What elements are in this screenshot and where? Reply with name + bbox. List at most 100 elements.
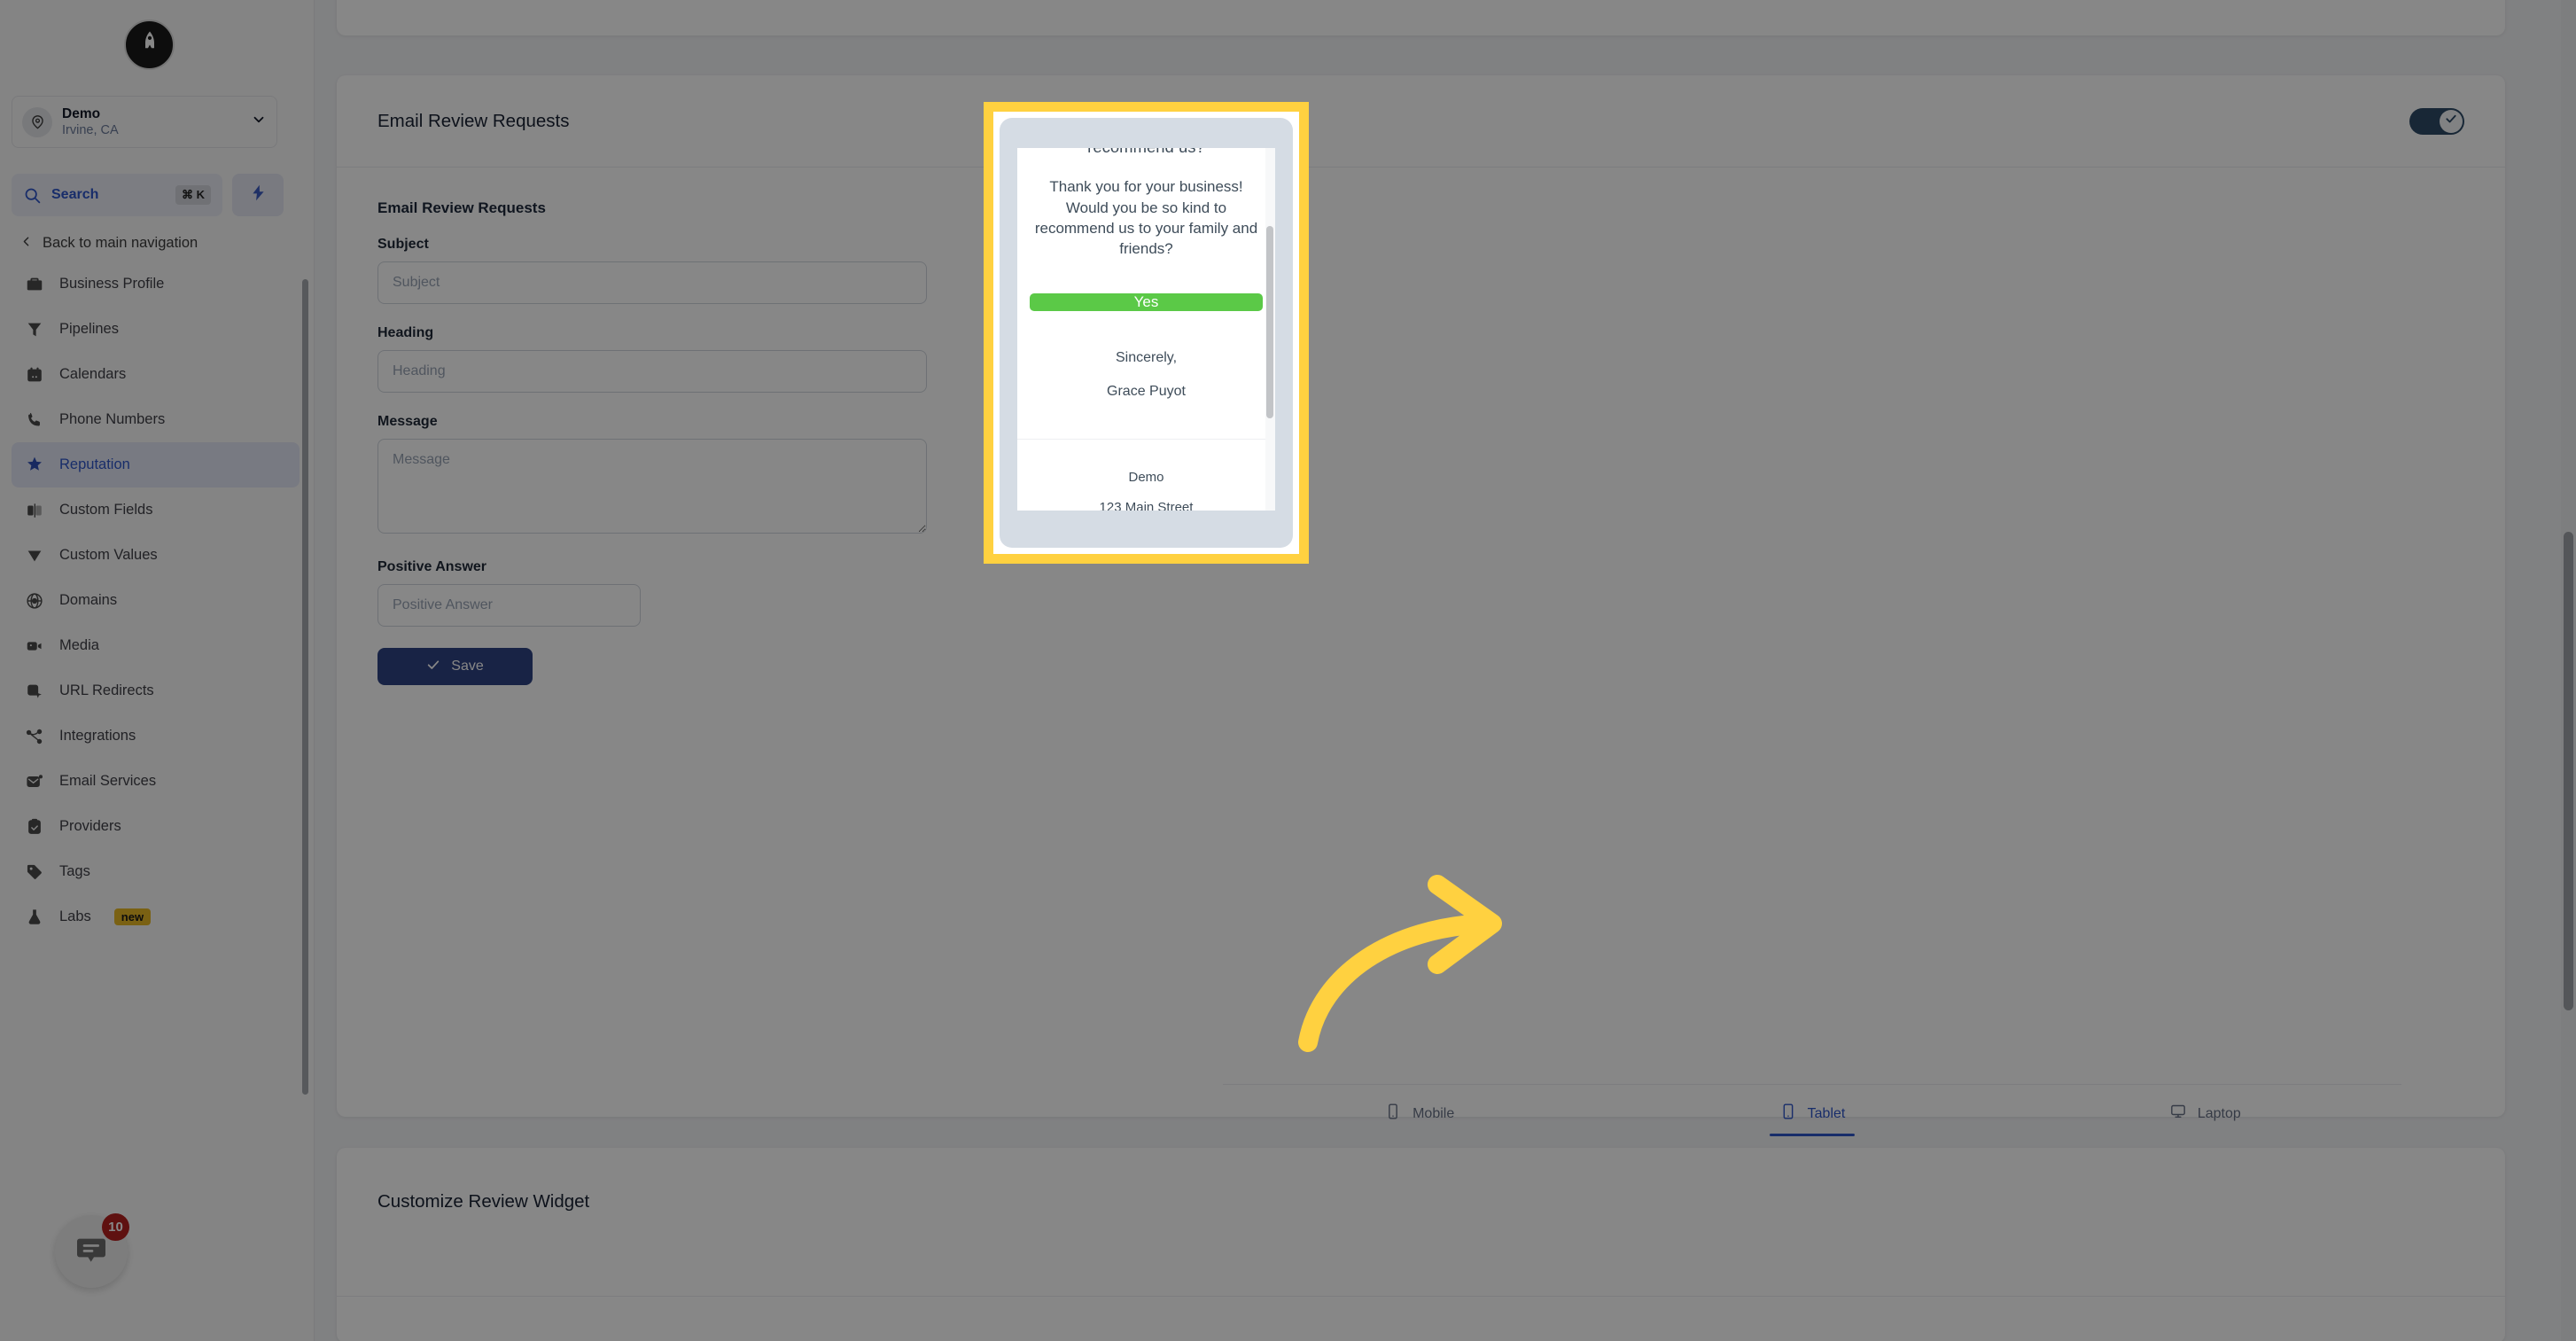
clipboard-check-icon [24, 816, 45, 838]
preview-footer-street: 123 Main Street [1099, 499, 1194, 511]
sidebar-item-label: Custom Values [59, 547, 158, 563]
search-input[interactable]: Search ⌘ K [12, 174, 222, 216]
device-preview-tabs: Mobile Tablet Laptop [1223, 1084, 2401, 1142]
chevron-left-icon [19, 234, 34, 253]
sidebar-item-label: Calendars [59, 366, 127, 382]
sidebar-item-providers[interactable]: Providers [12, 804, 300, 849]
tablet-device-frame: recommend us? Thank you for your busines… [1000, 118, 1293, 548]
tab-mobile[interactable]: Mobile [1223, 1085, 1615, 1142]
chat-bubble-icon [74, 1232, 109, 1272]
sidebar-item-domains[interactable]: Domains [12, 578, 300, 623]
message-textarea[interactable] [377, 439, 927, 534]
search-icon [23, 186, 42, 205]
chat-widget-button[interactable]: 10 [55, 1213, 129, 1288]
sidebar-item-label: Domains [59, 592, 118, 608]
sidebar-item-media[interactable]: Media [12, 623, 300, 668]
envelope-icon [24, 771, 45, 792]
divider [337, 1296, 2505, 1297]
tab-label: Tablet [1807, 1105, 1846, 1121]
sidebar-item-email-services[interactable]: Email Services [12, 759, 300, 804]
preview-cutoff-heading: recommend us? [1017, 148, 1275, 157]
tab-label: Mobile [1413, 1105, 1455, 1121]
divider [1017, 438, 1275, 440]
sidebar-item-custom-fields[interactable]: Custom Fields [12, 487, 300, 533]
preview-scrollbar-thumb[interactable] [1266, 226, 1273, 418]
sidebar-item-pipelines[interactable]: Pipelines [12, 307, 300, 352]
custom-fields-icon [24, 500, 45, 521]
heading-input[interactable] [377, 350, 927, 393]
customize-review-widget-card: Customize Review Widget [337, 1148, 2505, 1341]
status-badge: new [113, 908, 152, 925]
brand-logo[interactable] [124, 19, 175, 70]
laptop-icon [2169, 1102, 2187, 1126]
back-nav-label: Back to main navigation [43, 235, 198, 251]
sidebar-item-business-profile[interactable]: Business Profile [12, 261, 300, 307]
tab-tablet[interactable]: Tablet [1615, 1085, 2008, 1142]
check-icon [2445, 113, 2457, 129]
workspace-location: Irvine, CA [62, 122, 119, 137]
video-camera-icon [24, 635, 45, 657]
main-content: Email Review Requests Email Review Reque… [315, 0, 2576, 1341]
sidebar-item-url-redirects[interactable]: URL Redirects [12, 668, 300, 713]
chat-unread-badge: 10 [102, 1213, 129, 1241]
sidebar-nav-list: Business Profile Pipelines Calendars Pho… [12, 261, 300, 939]
page-scrollbar[interactable] [2561, 0, 2576, 1341]
positive-answer-input[interactable] [377, 584, 641, 627]
mobile-icon [1384, 1102, 1402, 1126]
lightning-bolt-icon [249, 183, 268, 207]
gem-icon [24, 545, 45, 566]
preview-yes-button[interactable]: Yes [1030, 292, 1263, 311]
rocket-logo-icon [136, 29, 163, 60]
sidebar-scrollbar[interactable] [302, 279, 308, 1095]
subject-input[interactable] [377, 261, 927, 304]
tab-label: Laptop [2197, 1105, 2241, 1121]
globe-icon [24, 590, 45, 612]
preview-highlight-frame: recommend us? Thank you for your busines… [984, 102, 1309, 564]
page-scrollbar-thumb[interactable] [2564, 532, 2573, 1010]
search-label: Search [51, 187, 99, 202]
tag-icon [24, 862, 45, 883]
tab-laptop[interactable]: Laptop [2009, 1085, 2401, 1142]
sidebar-item-tags[interactable]: Tags [12, 849, 300, 894]
preview-signature-name: Grace Puyot [1107, 383, 1186, 399]
location-pin-icon [22, 106, 52, 137]
customize-review-widget-title: Customize Review Widget [377, 1191, 590, 1212]
nodes-icon [24, 726, 45, 747]
email-review-requests-card: Email Review Requests Email Review Reque… [337, 75, 2505, 1121]
workspace-selector[interactable]: Demo Irvine, CA [12, 96, 277, 148]
sidebar-item-calendars[interactable]: Calendars [12, 352, 300, 397]
sidebar-item-label: Custom Fields [59, 502, 153, 518]
search-shortcut: ⌘ K [175, 185, 211, 205]
save-button[interactable]: Save [377, 648, 533, 685]
check-icon [426, 658, 440, 676]
preview-scrollbar-track[interactable] [1265, 148, 1275, 511]
sidebar-item-labs[interactable]: Labs new [12, 894, 300, 939]
preview-body-text: Thank you for your business! Would you b… [1034, 178, 1258, 258]
sidebar-item-integrations[interactable]: Integrations [12, 713, 300, 759]
cursor-click-icon [24, 681, 45, 702]
page-title: Email Review Requests [377, 110, 570, 131]
sidebar-item-custom-values[interactable]: Custom Values [12, 533, 300, 578]
phone-icon [24, 409, 45, 431]
sidebar-item-label: Reputation [59, 456, 130, 472]
card-above-partial [337, 0, 2505, 35]
sidebar-item-label: Email Services [59, 773, 157, 789]
sidebar-item-label: Integrations [59, 728, 136, 744]
email-review-requests-toggle[interactable] [2409, 107, 2464, 135]
email-preview-screen: recommend us? Thank you for your busines… [1017, 148, 1275, 511]
toggle-knob [2440, 109, 2463, 133]
sidebar-item-phone-numbers[interactable]: Phone Numbers [12, 397, 300, 442]
funnel-icon [24, 319, 45, 340]
quick-action-button[interactable] [232, 174, 284, 216]
sidebar-item-label: Labs [59, 908, 91, 924]
back-to-main-navigation[interactable]: Back to main navigation [12, 229, 205, 258]
sidebar-item-reputation[interactable]: Reputation [12, 442, 300, 487]
save-button-label: Save [451, 659, 484, 674]
sidebar-item-label: Tags [59, 863, 90, 879]
flask-icon [24, 907, 45, 928]
field-positive-answer: Positive Answer [377, 559, 1352, 627]
preview-signature-line: Sincerely, [1115, 349, 1178, 365]
chevron-down-icon [251, 112, 267, 132]
briefcase-icon [24, 274, 45, 295]
preview-footer: Demo 123 Main Street Irvine, CA (949) 55… [1017, 470, 1275, 511]
